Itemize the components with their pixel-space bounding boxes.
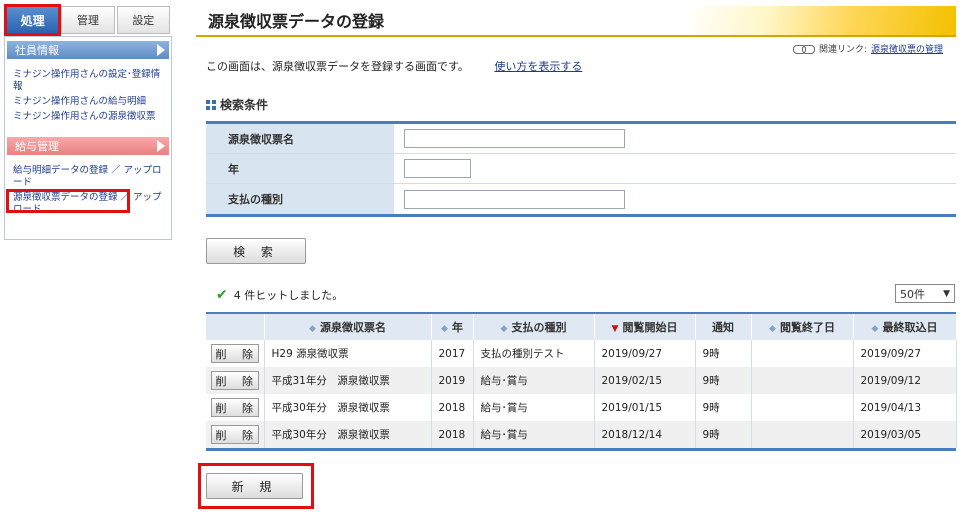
column-header-name[interactable]: ◆ 源泉徴収票名 [264,314,432,340]
results-table: ◆ 源泉徴収票名 ◆ 年 ◆ 支払の種別 ▼ 閲覧開始日 通知 ◆ 閲覧終了日 ◆ 最終取込… [206,312,957,451]
search-label: 年 [206,154,394,183]
cell-name: H29 源泉徴収票 [264,340,432,367]
cell-last: 2019/09/27 [853,340,957,367]
cell-type: 給与･賞与 [473,421,595,448]
delete-button[interactable]: 削 除 [210,398,259,417]
header-decoration [686,6,956,36]
search-section-title: 検索条件 [206,96,268,113]
intro: この画面は、源泉徴収票データを登録する画面です。 使い方を表示する [206,58,582,74]
column-header-view-start[interactable]: ▼ 閲覧開始日 [594,314,696,340]
delete-button[interactable]: 削 除 [210,425,259,444]
table-row: 削 除 平成30年分 源泉徴収票 2018 給与･賞与 2019/01/15 9… [206,394,957,421]
sidebar-section-employee-info[interactable]: 社員情報 [7,41,169,59]
intro-text: この画面は、源泉徴収票データを登録する画面です。 [206,60,469,73]
cell-last: 2019/04/13 [853,394,957,421]
cell-last: 2019/09/12 [853,367,957,394]
payment-type-input[interactable] [404,189,625,209]
tab-settings[interactable]: 設定 [116,6,170,34]
sidebar-link-payslip-upload[interactable]: 給与明細データの登録 ／ アップロード [5,155,171,189]
cell-end [751,394,854,421]
tab-management[interactable]: 管理 [61,6,115,34]
search-button[interactable]: 検 索 [206,238,306,264]
cell-type: 給与･賞与 [473,394,595,421]
cell-year: 2018 [431,394,474,421]
sort-icon[interactable]: ◆ [872,324,879,334]
hit-count-text: 4 件ヒットしました。 [233,289,344,302]
search-row-payment-type: 支払の種別 [206,184,956,214]
cell-last: 2019/03/05 [853,421,957,448]
sort-desc-icon[interactable]: ▼ [612,324,619,334]
column-header-view-end[interactable]: ◆ 閲覧終了日 [751,314,854,340]
cell-name: 平成30年分 源泉徴収票 [264,421,432,448]
cell-start: 2019/02/15 [594,367,696,394]
sidebar-section-title: 給与管理 [15,140,59,153]
column-header-last-import[interactable]: ◆ 最終取込日 [853,314,957,340]
year-input[interactable] [404,159,471,178]
column-header-notify: 通知 [695,314,752,340]
search-label: 源泉徴収票名 [206,124,394,153]
sort-icon[interactable]: ◆ [441,324,448,334]
cell-name: 平成30年分 源泉徴収票 [264,394,432,421]
table-row: 削 除 平成31年分 源泉徴収票 2019 給与･賞与 2019/02/15 9… [206,367,957,394]
cell-year: 2017 [431,340,474,367]
triangle-right-icon [157,44,165,56]
per-page-select[interactable]: 50件 ▼ [895,284,955,303]
tab-processing[interactable]: 処理 [3,4,62,36]
table-row: 削 除 平成30年分 源泉徴収票 2018 給与･賞与 2018/12/14 9… [206,421,957,448]
help-link[interactable]: 使い方を表示する [494,60,582,73]
delete-button[interactable]: 削 除 [210,344,259,363]
cell-end [751,340,854,367]
search-section-label: 検索条件 [220,98,269,112]
sidebar-link-withholding-slip[interactable]: ミナジン操作用さんの源泉徴収票 [5,108,171,123]
link-icon [792,44,815,54]
page-title: 源泉徴収票データの登録 [208,12,385,31]
cell-start: 2018/12/14 [594,421,696,448]
related-label: 関連リンク: [818,45,867,55]
highlight-box [198,463,314,509]
cell-notify: 9時 [695,367,752,394]
column-header-year[interactable]: ◆ 年 [431,314,474,340]
search-row-name: 源泉徴収票名 [206,124,956,154]
cell-type: 支払の種別テスト [473,340,595,367]
page-header: 源泉徴収票データの登録 [196,6,956,37]
cell-end [751,367,854,394]
search-row-year: 年 [206,154,956,184]
search-label: 支払の種別 [206,184,394,214]
column-header-action [206,314,265,340]
delete-button[interactable]: 削 除 [210,371,259,390]
checkmark-icon: ✔ [216,287,228,303]
per-page-value: 50件 [900,287,925,301]
cell-year: 2018 [431,421,474,448]
search-form: 源泉徴収票名 年 支払の種別 [206,121,956,217]
related-link-withholding-management[interactable]: 源泉徴収票の管理 [871,42,943,55]
cell-name: 平成31年分 源泉徴収票 [264,367,432,394]
triangle-right-icon [157,140,165,152]
sort-icon[interactable]: ◆ [501,324,508,334]
caret-down-icon: ▼ [943,288,950,299]
column-header-payment-type[interactable]: ◆ 支払の種別 [473,314,595,340]
slip-name-input[interactable] [404,129,625,148]
cell-type: 給与･賞与 [473,367,595,394]
top-tabs: 処理 管理 設定 [3,4,172,36]
cell-notify: 9時 [695,340,752,367]
cell-notify: 9時 [695,394,752,421]
sidebar-section-payroll[interactable]: 給与管理 [7,137,169,155]
table-header-row: ◆ 源泉徴収票名 ◆ 年 ◆ 支払の種別 ▼ 閲覧開始日 通知 ◆ 閲覧終了日 ◆ 最終取込… [206,314,957,340]
cell-year: 2019 [431,367,474,394]
sort-icon[interactable]: ◆ [769,324,776,334]
table-row: 削 除 H29 源泉徴収票 2017 支払の種別テスト 2019/09/27 9… [206,340,957,367]
cell-start: 2019/01/15 [594,394,696,421]
cell-end [751,421,854,448]
sidebar-link-payslip[interactable]: ミナジン操作用さんの給与明細 [5,93,171,108]
grid-icon [206,99,216,110]
sidebar-section-title: 社員情報 [15,44,59,57]
related-links: 関連リンク: 源泉徴収票の管理 [792,42,943,55]
cell-notify: 9時 [695,421,752,448]
hit-count: ✔ 4 件ヒットしました。 [216,287,343,303]
sidebar-link-settings-info[interactable]: ミナジン操作用さんの設定･登録情報 [5,59,171,93]
header-underline [196,35,956,37]
sort-icon[interactable]: ◆ [309,324,316,334]
cell-start: 2019/09/27 [594,340,696,367]
highlight-box [6,189,130,213]
